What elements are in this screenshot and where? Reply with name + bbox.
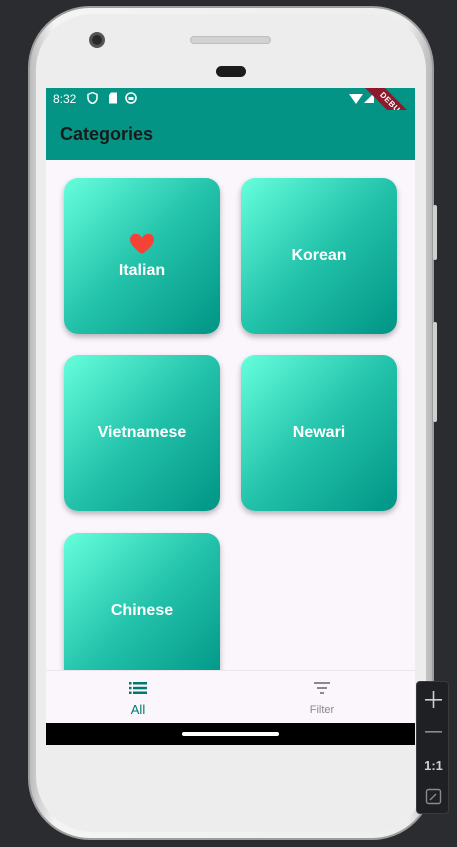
category-card-newari[interactable]: Newari	[241, 355, 397, 511]
category-grid: Italian Korean Vietnamese Newari Chinese	[46, 160, 415, 670]
nav-label-filter: Filter	[309, 704, 335, 716]
front-camera	[89, 32, 105, 48]
device-screen: 8:32 DEBUG Categories Italian Korean Vie…	[46, 88, 415, 745]
nav-label-all: All	[130, 702, 146, 717]
actual-size-label[interactable]: 1:1	[417, 756, 450, 776]
category-card-vietnamese[interactable]: Vietnamese	[64, 355, 220, 511]
power-button	[433, 205, 437, 260]
wifi-icon	[349, 94, 363, 104]
nav-item-filter[interactable]: Filter	[230, 671, 414, 724]
status-time: 8:32	[53, 92, 77, 106]
category-label: Italian	[118, 261, 166, 279]
category-label: Chinese	[110, 602, 174, 619]
nav-item-all[interactable]: All	[46, 671, 230, 724]
shield-icon	[87, 91, 98, 105]
bottom-navigation: All Filter	[46, 670, 415, 723]
fit-screen-icon[interactable]	[417, 786, 450, 808]
category-label: Newari	[292, 424, 346, 441]
zoom-in-icon[interactable]	[417, 686, 450, 714]
filter-icon	[313, 681, 331, 695]
category-card-italian[interactable]: Italian	[64, 178, 220, 334]
status-bar: 8:32 DEBUG	[46, 88, 415, 142]
earpiece	[216, 66, 246, 77]
heart-icon	[129, 233, 155, 260]
emulator-toolbar: 1:1	[416, 681, 449, 814]
category-label: Vietnamese	[97, 424, 187, 441]
volume-button	[433, 322, 437, 422]
list-icon	[129, 681, 147, 695]
speaker-grille	[190, 36, 271, 44]
system-navigation-bar	[46, 723, 415, 745]
page-title: Categories	[60, 124, 154, 144]
sd-card-icon	[107, 92, 118, 104]
android-icon	[125, 92, 137, 104]
category-card-korean[interactable]: Korean	[241, 178, 397, 334]
category-label: Korean	[291, 247, 347, 264]
zoom-out-icon[interactable]	[417, 720, 450, 744]
home-indicator[interactable]	[182, 732, 279, 736]
category-card-chinese[interactable]: Chinese	[64, 533, 220, 670]
app-bar: Categories	[46, 110, 415, 160]
